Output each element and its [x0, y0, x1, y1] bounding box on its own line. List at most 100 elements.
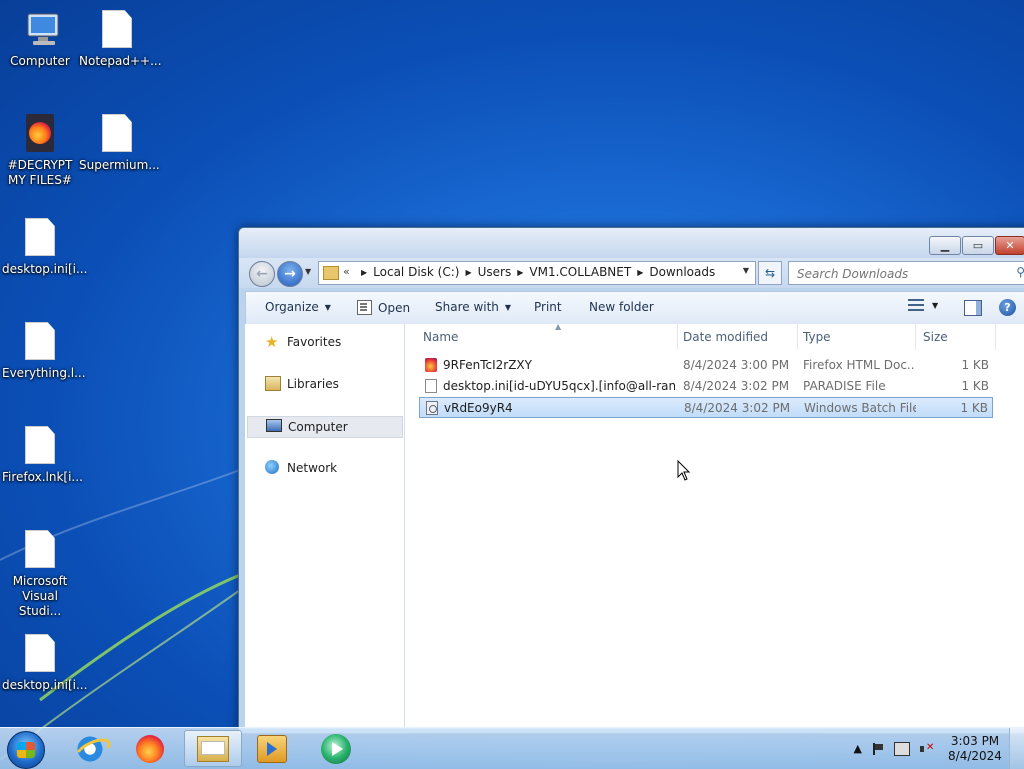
forward-button[interactable]: →	[277, 261, 303, 287]
chevron-down-icon: ▼	[932, 300, 939, 310]
file-name: vRdEo9yR4	[444, 401, 513, 415]
desktop-icon-label: Microsoft Visual Studi...	[12, 574, 68, 618]
system-tray: ▲ 3:03 PM 8/4/2024	[849, 728, 1024, 769]
minimize-button[interactable]: ▁	[929, 236, 961, 255]
organize-button[interactable]: Organize ▼	[265, 300, 331, 314]
breadcrumb-downloads[interactable]: Downloads	[645, 265, 719, 279]
action-center-flag-icon[interactable]	[872, 742, 884, 755]
print-button[interactable]: Print	[534, 300, 562, 314]
column-header-date[interactable]: Date modified	[679, 324, 798, 350]
desktop-icon-notepad[interactable]: Notepad++...	[79, 10, 162, 69]
organize-label: Organize	[265, 300, 319, 314]
desktop-icon-firefox-lnk[interactable]: Firefox.lnk[i...	[2, 426, 83, 485]
document-icon	[101, 10, 133, 50]
column-header-label: Type	[803, 330, 831, 344]
window-controls: ▁ ▭ ✕	[928, 236, 1024, 255]
breadcrumb-users[interactable]: Users	[474, 265, 516, 279]
minimize-icon: ▁	[940, 239, 950, 252]
file-date: 8/4/2024 3:02 PM	[684, 401, 791, 415]
show-hidden-icons-button[interactable]: ▲	[854, 742, 862, 755]
file-size: 1 KB	[961, 379, 989, 393]
desktop-icon-desktop-ini-2[interactable]: desktop.ini[i...	[2, 634, 88, 693]
nav-item-label: Favorites	[287, 335, 342, 349]
search-icon[interactable]: ⚲	[1016, 265, 1024, 279]
column-header-label: Size	[923, 330, 948, 344]
nav-item-computer[interactable]: Computer	[247, 416, 403, 438]
desktop-icon-supermium[interactable]: Supermium...	[79, 114, 160, 173]
views-icon	[908, 298, 924, 312]
column-header-name[interactable]: ▲ Name	[419, 322, 678, 350]
taskbar-media-center[interactable]	[244, 730, 300, 767]
share-with-button[interactable]: Share with ▼	[435, 300, 511, 314]
file-row-selected[interactable]: vRdEo9yR4 8/4/2024 3:02 PM Windows Batch…	[419, 397, 993, 418]
chevron-right-icon[interactable]: ▶	[515, 268, 525, 277]
file-name: desktop.ini[id-uDYU5qcx].[info@all-rans.…	[443, 379, 675, 393]
close-button[interactable]: ✕	[995, 236, 1024, 255]
taskbar-internet-explorer[interactable]	[62, 730, 118, 767]
folder-icon	[323, 266, 339, 280]
firefox-html-icon	[425, 358, 437, 372]
document-icon	[24, 322, 56, 362]
column-header-size[interactable]: Size	[919, 324, 996, 350]
views-button[interactable]: ▼	[908, 298, 938, 312]
file-row[interactable]: desktop.ini[id-uDYU5qcx].[info@all-rans.…	[419, 376, 993, 397]
breadcrumb-user-folder[interactable]: VM1.COLLABNET	[525, 265, 635, 279]
firefox-icon	[136, 734, 164, 763]
desktop-icon-label: desktop.ini[i...	[2, 262, 88, 276]
recent-pages-dropdown[interactable]: ▼	[305, 267, 311, 276]
address-overflow-chevron[interactable]: «	[343, 265, 350, 278]
volume-muted-icon[interactable]	[920, 742, 934, 755]
nav-item-network[interactable]: Network	[247, 458, 401, 478]
file-name: 9RFenTcI2rZXY	[443, 358, 532, 372]
nav-item-libraries[interactable]: Libraries	[247, 374, 401, 394]
clock-date: 8/4/2024	[948, 748, 1002, 763]
refresh-button[interactable]: ⇆	[758, 261, 782, 285]
document-icon	[24, 426, 56, 466]
desktop-icon-visual-studio[interactable]: Microsoft Visual Studi...	[2, 530, 78, 619]
new-folder-button[interactable]: New folder	[589, 300, 654, 314]
start-button[interactable]	[7, 731, 45, 769]
open-button[interactable]: Open	[357, 300, 410, 315]
close-icon: ✕	[1005, 239, 1015, 252]
window-titlebar[interactable]: ▁ ▭ ✕	[239, 228, 1024, 258]
new-folder-label: New folder	[589, 300, 654, 314]
search-input[interactable]	[795, 264, 1009, 284]
print-label: Print	[534, 300, 562, 314]
file-type: PARADISE File	[803, 379, 886, 393]
column-header-type[interactable]: Type	[799, 324, 916, 350]
taskbar-firefox[interactable]	[122, 730, 178, 767]
show-desktop-button[interactable]	[1009, 728, 1024, 769]
column-header-label: Date modified	[683, 330, 769, 344]
desktop-icon-desktop-ini-1[interactable]: desktop.ini[i...	[2, 218, 88, 277]
chevron-right-icon[interactable]: ▶	[635, 268, 645, 277]
file-date: 8/4/2024 3:02 PM	[683, 379, 790, 393]
file-row[interactable]: 9RFenTcI2rZXY 8/4/2024 3:00 PM Firefox H…	[419, 355, 993, 376]
maximize-button[interactable]: ▭	[962, 236, 994, 255]
navigation-pane: ★ Favorites Libraries Computer Network	[245, 324, 405, 729]
address-bar[interactable]: « ▶ Local Disk (C:) ▶ Users ▶ VM1.COLLAB…	[318, 261, 756, 285]
clock[interactable]: 3:03 PM 8/4/2024	[945, 734, 1005, 764]
back-button[interactable]: ←	[249, 261, 275, 287]
desktop-icon-computer[interactable]: Computer	[2, 10, 78, 69]
nav-item-label: Computer	[288, 420, 348, 434]
preview-pane-button[interactable]	[964, 300, 982, 316]
taskbar-media-player[interactable]	[308, 730, 364, 767]
breadcrumb-local-disk[interactable]: Local Disk (C:)	[369, 265, 463, 279]
taskbar-windows-explorer[interactable]	[184, 730, 242, 767]
internet-explorer-icon	[76, 734, 104, 763]
media-player-icon	[321, 733, 351, 764]
firefox-file-icon	[26, 114, 54, 152]
network-icon	[265, 460, 279, 474]
document-icon	[24, 634, 56, 674]
help-button[interactable]: ?	[999, 299, 1016, 316]
breadcrumb: ▶ Local Disk (C:) ▶ Users ▶ VM1.COLLABNE…	[359, 265, 719, 279]
address-dropdown-icon[interactable]: ▼	[743, 266, 749, 275]
network-status-icon[interactable]	[894, 741, 910, 756]
desktop-icon-everything[interactable]: Everything.l...	[2, 322, 86, 381]
chevron-right-icon[interactable]: ▶	[463, 268, 473, 277]
arrow-right-icon: →	[284, 266, 296, 282]
taskbar: ▲ 3:03 PM 8/4/2024	[0, 727, 1024, 769]
desktop-icon-label: desktop.ini[i...	[2, 678, 88, 692]
nav-item-favorites[interactable]: ★ Favorites	[247, 332, 401, 352]
desktop-icon-decrypt[interactable]: #DECRYPT MY FILES#	[2, 114, 78, 188]
